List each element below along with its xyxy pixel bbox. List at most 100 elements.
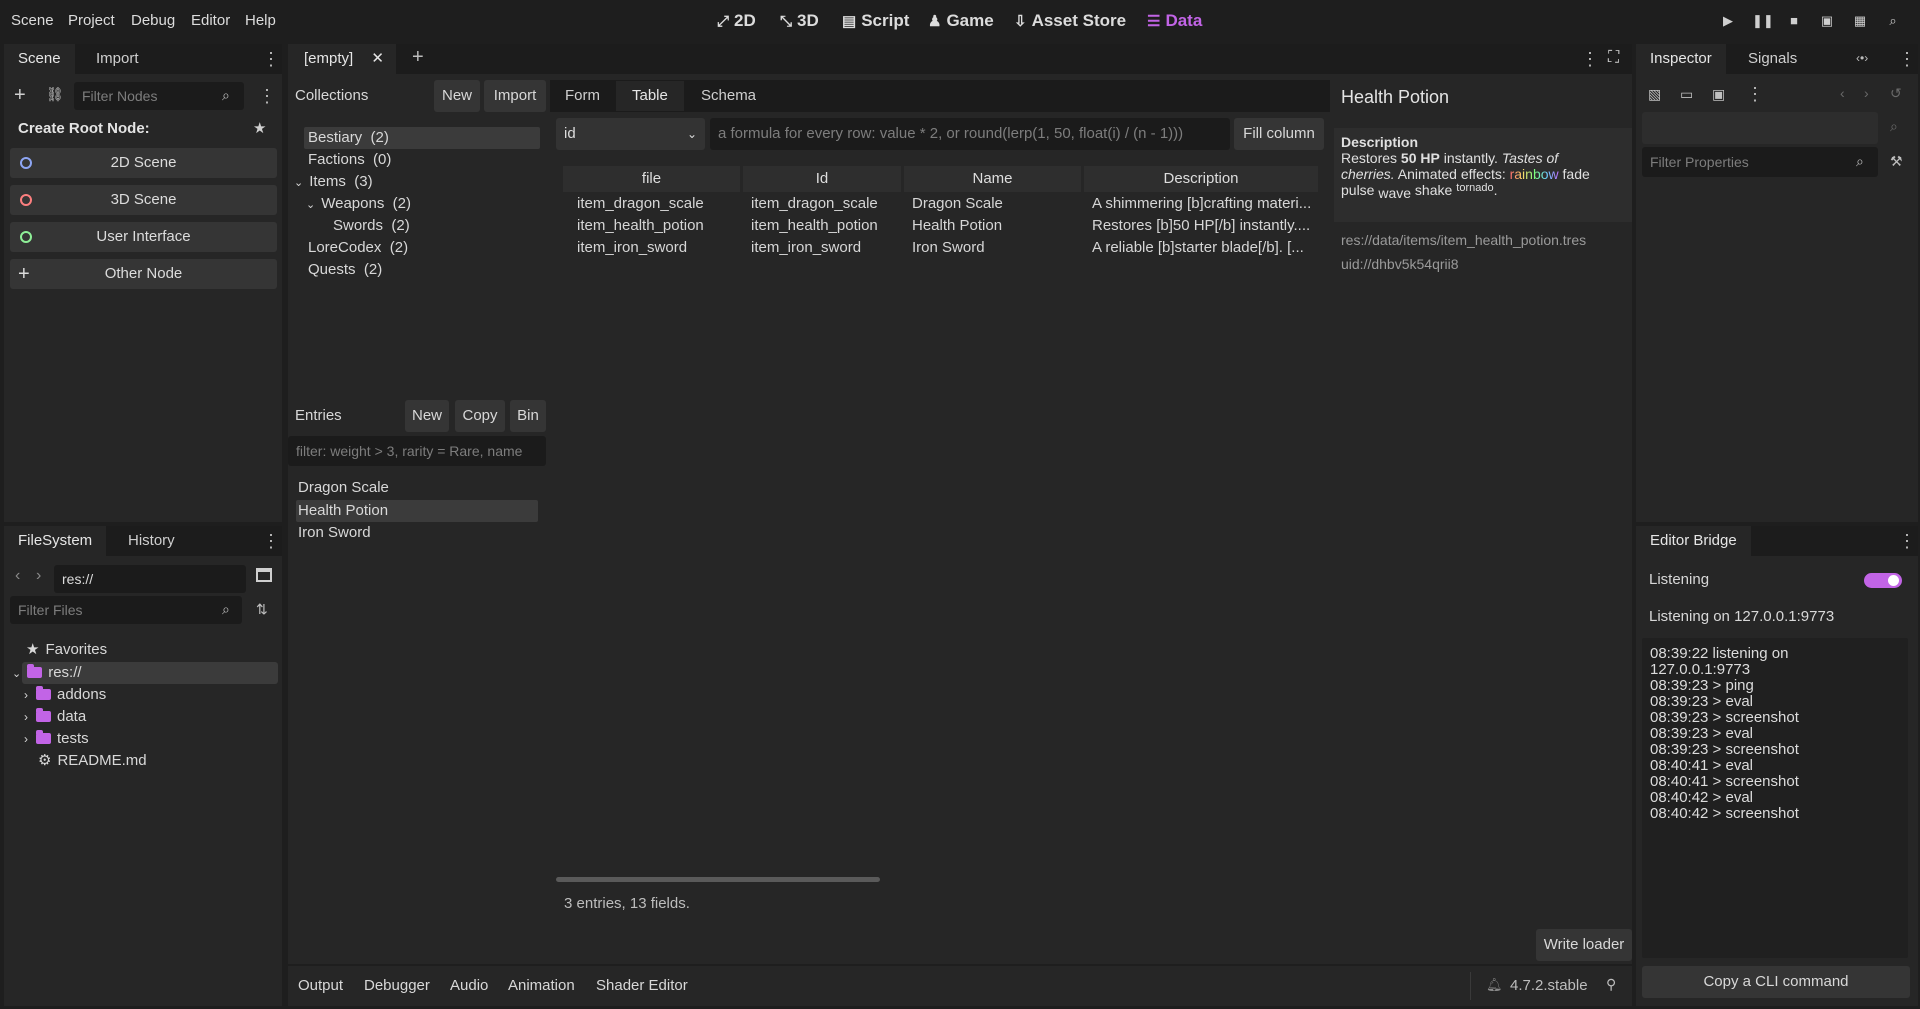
import-button[interactable]: Import bbox=[484, 80, 546, 112]
scene-dock-menu-icon[interactable]: ⋮ bbox=[262, 50, 280, 68]
tools-icon[interactable]: ⚒ bbox=[1890, 153, 1903, 170]
filter-nodes-input[interactable]: Filter Nodes bbox=[74, 82, 244, 110]
entry-iron-sword[interactable]: Iron Sword bbox=[298, 522, 371, 544]
tab-table[interactable]: Table bbox=[616, 81, 684, 111]
tab-signals[interactable]: Signals bbox=[1734, 44, 1811, 74]
add-node-icon[interactable]: + bbox=[14, 84, 26, 107]
history-back-icon[interactable]: ‹ bbox=[1840, 85, 1845, 101]
copy-entry-button[interactable]: Copy bbox=[455, 400, 505, 432]
filesystem-menu-icon[interactable]: ⋮ bbox=[262, 532, 280, 550]
collection-lorecodex[interactable]: LoreCodex (2) bbox=[308, 237, 408, 259]
new-tab-icon[interactable]: + bbox=[412, 46, 424, 69]
editor-menu-icon[interactable]: ⋮ bbox=[1581, 50, 1599, 68]
column-select[interactable]: id ⌄ bbox=[556, 118, 705, 150]
bottom-tab-shader-editor[interactable]: Shader Editor bbox=[596, 977, 688, 994]
favorite-star-icon[interactable]: ★ bbox=[253, 119, 266, 137]
tab-filesystem[interactable]: FileSystem bbox=[4, 526, 107, 556]
cell-file[interactable]: item_dragon_scale bbox=[577, 193, 737, 215]
play-scene-icon[interactable]: ▣ bbox=[1818, 12, 1836, 30]
workspace-2d-button[interactable]: ⤢ 2D bbox=[717, 11, 756, 31]
cell-id[interactable]: item_health_potion bbox=[751, 215, 901, 237]
open-folder-icon[interactable]: ▭ bbox=[1680, 86, 1693, 103]
menu-editor[interactable]: Editor bbox=[191, 12, 230, 29]
stop-icon[interactable]: ■ bbox=[1785, 12, 1803, 30]
property-search-icon[interactable]: ⌕ bbox=[1890, 118, 1898, 135]
tab-empty[interactable]: [empty] ✕ bbox=[288, 44, 396, 74]
close-icon[interactable]: ✕ bbox=[371, 50, 384, 67]
folder-data[interactable]: › data bbox=[24, 706, 86, 728]
collection-swords[interactable]: Swords (2) bbox=[333, 215, 410, 237]
formula-input[interactable]: a formula for every row: value * 2, or r… bbox=[710, 118, 1230, 150]
filter-files-input[interactable]: Filter Files bbox=[10, 596, 242, 624]
bottom-tab-debugger[interactable]: Debugger bbox=[364, 977, 430, 994]
collection-factions[interactable]: Factions (0) bbox=[308, 149, 391, 171]
column-header-id[interactable]: Id bbox=[743, 166, 901, 192]
cell-name[interactable]: Dragon Scale bbox=[912, 193, 1080, 215]
copy-cli-command-button[interactable]: Copy a CLI command bbox=[1642, 966, 1910, 998]
object-path-field[interactable] bbox=[1642, 112, 1878, 144]
split-view-icon[interactable] bbox=[256, 568, 272, 582]
notification-icon[interactable]: 🔔︎ bbox=[1486, 977, 1503, 993]
tab-schema[interactable]: Schema bbox=[686, 81, 771, 111]
tab-inspector[interactable]: Inspector bbox=[1636, 44, 1726, 74]
column-header-description[interactable]: Description bbox=[1084, 166, 1318, 192]
editor-bridge-menu-icon[interactable]: ⋮ bbox=[1898, 532, 1916, 550]
new-collection-button[interactable]: New bbox=[434, 80, 480, 112]
collection-weapons[interactable]: ⌄ Weapons (2) bbox=[306, 193, 411, 215]
fill-column-button[interactable]: Fill column bbox=[1234, 118, 1324, 150]
other-node-button[interactable]: + Other Node bbox=[10, 259, 277, 289]
bin-entry-button[interactable]: Bin bbox=[510, 400, 546, 432]
collection-bestiary[interactable]: Bestiary (2) bbox=[308, 127, 389, 149]
cell-description[interactable]: A shimmering [b]crafting materi... bbox=[1092, 193, 1316, 215]
filter-properties-input[interactable]: Filter Properties bbox=[1642, 147, 1878, 177]
2d-scene-button[interactable]: 2D Scene bbox=[10, 148, 277, 178]
column-header-file[interactable]: file bbox=[563, 166, 740, 192]
workspace-data-button[interactable]: ☰ Data bbox=[1147, 11, 1202, 31]
res-root-item[interactable]: ⌄ res:// bbox=[12, 662, 82, 684]
entries-filter-input[interactable]: filter: weight > 3, rarity = Rare, name bbox=[288, 436, 546, 466]
workspace-script-button[interactable]: ▤ Script bbox=[842, 11, 909, 31]
cell-description[interactable]: A reliable [b]starter blade[/b]. [... bbox=[1092, 237, 1316, 259]
menu-scene[interactable]: Scene bbox=[11, 12, 54, 29]
movie-maker-icon[interactable]: ⌕ bbox=[1884, 12, 1902, 30]
workspace-game-button[interactable]: ♟ Game bbox=[928, 11, 994, 31]
dock-arrows-icon[interactable]: ‹•› bbox=[1856, 51, 1868, 65]
new-entry-button[interactable]: New bbox=[405, 400, 449, 432]
readme-file[interactable]: ⚙ README.md bbox=[38, 750, 147, 772]
cell-description[interactable]: Restores [b]50 HP[/b] instantly.... bbox=[1092, 215, 1316, 237]
entry-health-potion[interactable]: Health Potion bbox=[298, 500, 388, 522]
3d-scene-button[interactable]: 3D Scene bbox=[10, 185, 277, 215]
collection-quests[interactable]: Quests (2) bbox=[308, 259, 382, 281]
tab-import[interactable]: Import bbox=[82, 44, 153, 74]
sort-icon[interactable]: ⇅ bbox=[256, 601, 268, 618]
tab-editor-bridge[interactable]: Editor Bridge bbox=[1636, 526, 1751, 556]
cell-file[interactable]: item_iron_sword bbox=[577, 237, 737, 259]
user-interface-button[interactable]: User Interface bbox=[10, 222, 277, 252]
workspace-3d-button[interactable]: ⤡ 3D bbox=[780, 11, 819, 31]
back-icon[interactable]: ‹ bbox=[15, 567, 20, 585]
forward-icon[interactable]: › bbox=[36, 567, 41, 585]
scene-options-icon[interactable]: ⋮ bbox=[258, 87, 276, 105]
tab-form[interactable]: Form bbox=[550, 81, 615, 111]
workspace-asset-store-button[interactable]: ⇩ Asset Store bbox=[1014, 11, 1126, 31]
resource-options-icon[interactable]: ⋮ bbox=[1746, 85, 1764, 103]
play-icon[interactable]: ▶ bbox=[1719, 12, 1737, 30]
folder-tests[interactable]: › tests bbox=[24, 728, 89, 750]
save-icon[interactable]: ▣ bbox=[1712, 86, 1725, 103]
cell-id[interactable]: item_iron_sword bbox=[751, 237, 901, 259]
cell-name[interactable]: Iron Sword bbox=[912, 237, 1080, 259]
favorites-item[interactable]: ★ Favorites bbox=[26, 639, 107, 661]
column-header-name[interactable]: Name bbox=[904, 166, 1081, 192]
fullscreen-icon[interactable]: ⛶ bbox=[1608, 49, 1619, 67]
menu-project[interactable]: Project bbox=[68, 12, 115, 29]
path-field[interactable]: res:// bbox=[54, 565, 246, 593]
folder-addons[interactable]: › addons bbox=[24, 684, 106, 706]
bottom-tab-animation[interactable]: Animation bbox=[508, 977, 575, 994]
new-resource-icon[interactable]: ▧ bbox=[1648, 86, 1661, 103]
write-loader-button[interactable]: Write loader bbox=[1536, 929, 1632, 961]
menu-help[interactable]: Help bbox=[245, 12, 276, 29]
play-custom-scene-icon[interactable]: ▦ bbox=[1851, 12, 1869, 30]
link-icon[interactable]: ⛓ bbox=[46, 86, 64, 103]
menu-debug[interactable]: Debug bbox=[131, 12, 175, 29]
cell-id[interactable]: item_dragon_scale bbox=[751, 193, 901, 215]
